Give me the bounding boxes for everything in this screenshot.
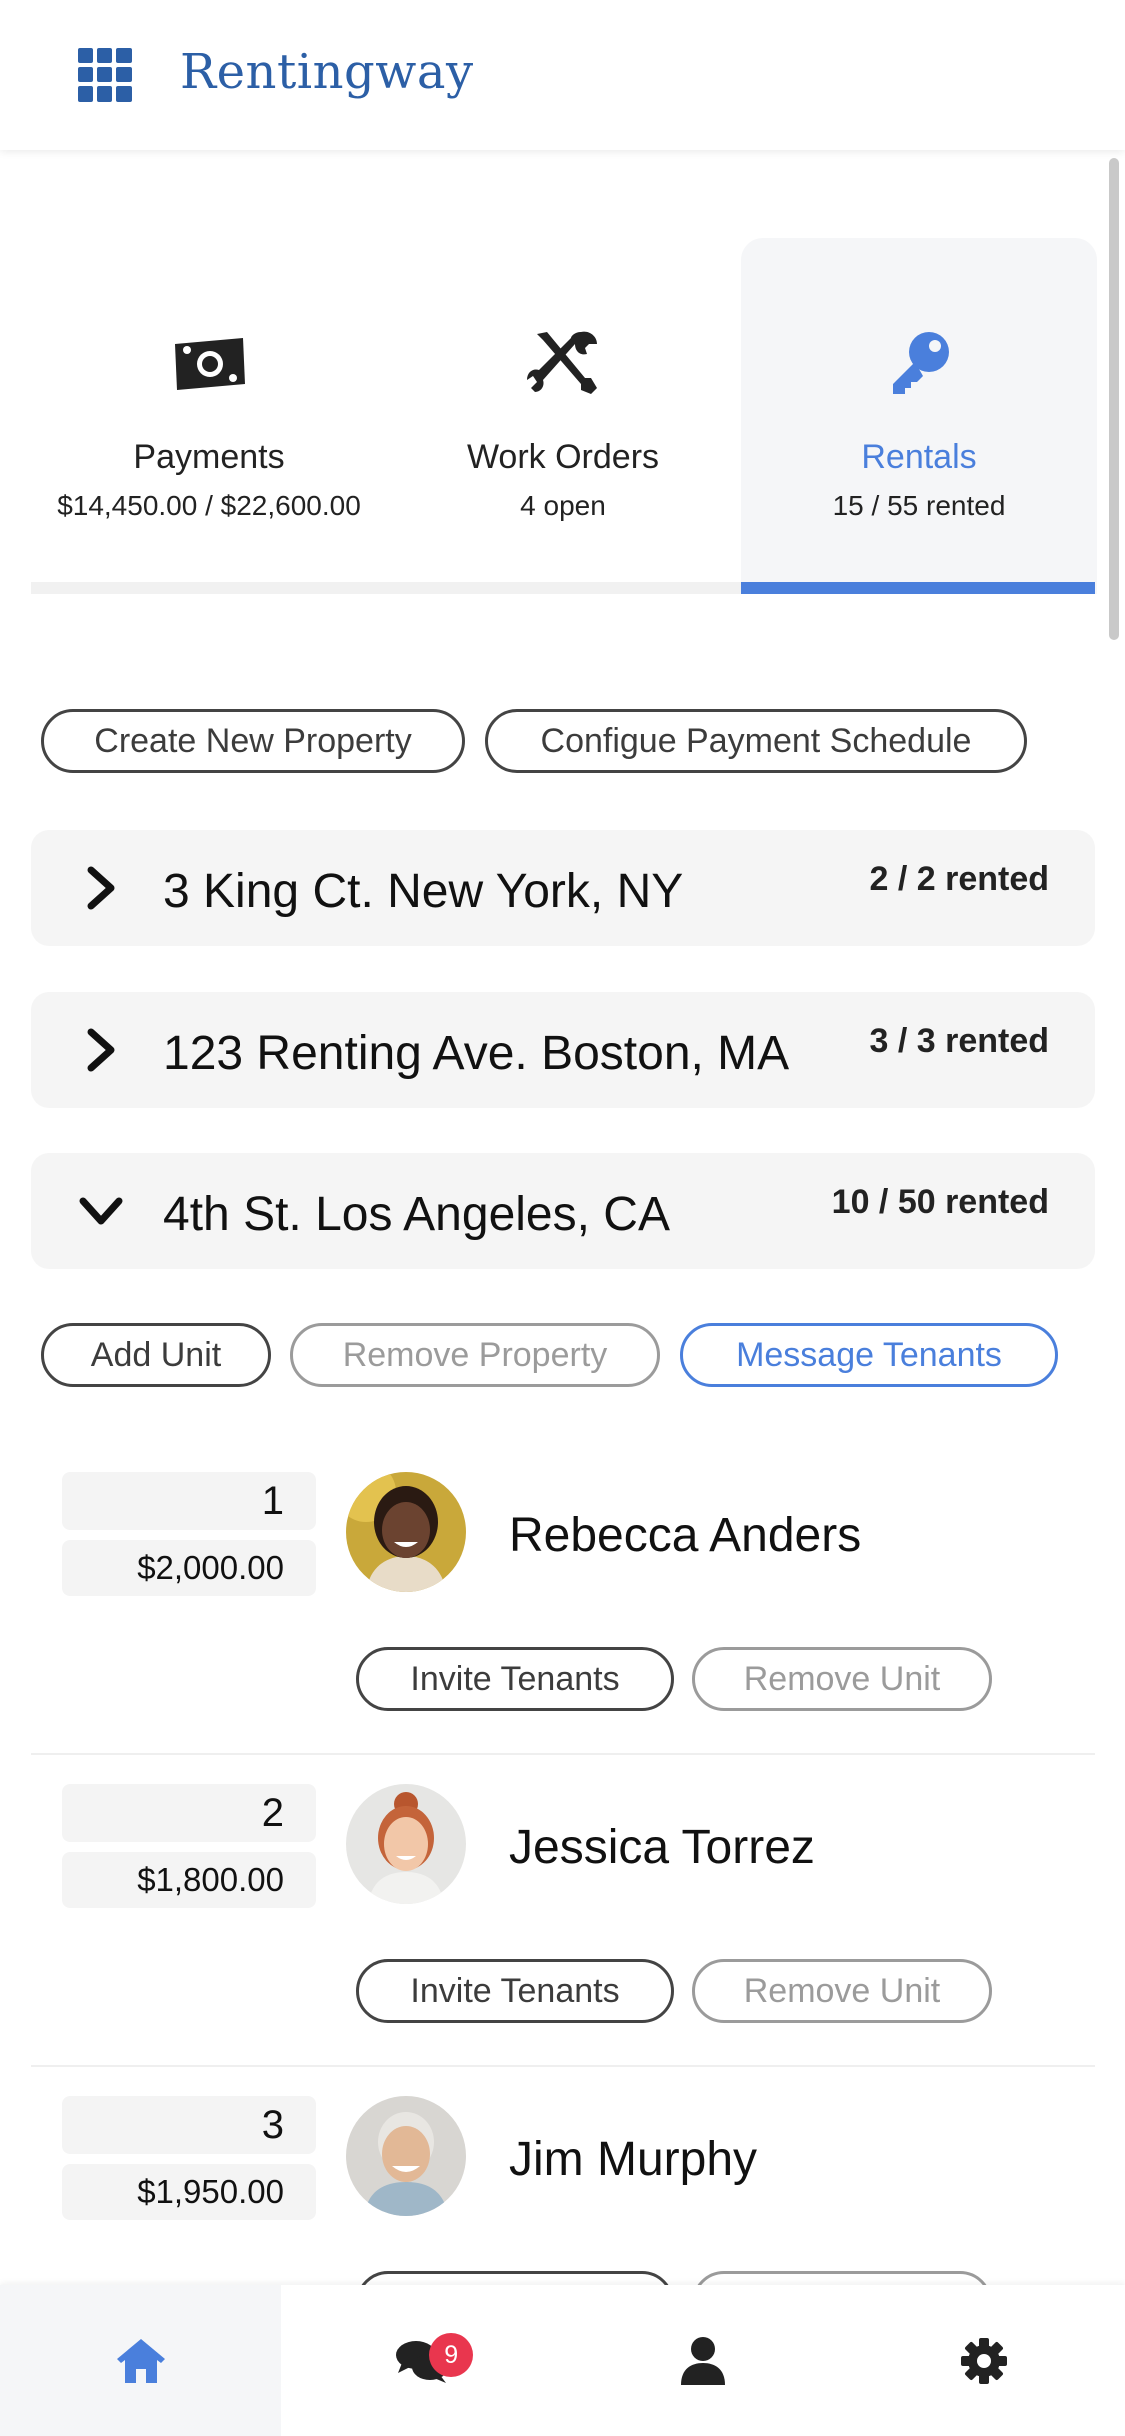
profile-icon [681, 2336, 726, 2385]
unit-rent: $1,800.00 [62, 1852, 316, 1908]
remove-unit-button[interactable]: Remove Unit [692, 1959, 992, 2023]
property-row[interactable]: 3 King Ct. New York, NY 2 / 2 rented [31, 830, 1095, 946]
invite-tenants-button[interactable]: Invite Tenants [356, 1959, 674, 2023]
tab-work-orders[interactable]: Work Orders 4 open [385, 238, 741, 594]
tab-payments[interactable]: Payments $14,450.00 / $22,600.00 [31, 238, 387, 594]
unit-row: 2 $1,800.00 Jessica Torrez Invite Tenant… [31, 1784, 1095, 2096]
remove-property-button[interactable]: Remove Property [290, 1323, 660, 1387]
chevron-down-icon [79, 1197, 123, 1225]
property-rented-count: 3 / 3 rented [869, 1022, 1049, 1060]
chevron-right-icon [87, 866, 115, 910]
bottom-navigation: 9 [0, 2285, 1125, 2436]
unit-number: 3 [62, 2096, 316, 2154]
money-icon [175, 338, 245, 390]
nav-settings[interactable] [844, 2285, 1125, 2436]
property-address: 123 Renting Ave. Boston, MA [163, 1027, 790, 1080]
app-title: Rentingway [180, 44, 474, 100]
divider [31, 1753, 1095, 1755]
scrollbar[interactable] [1109, 158, 1119, 640]
unit-row: 1 $2,000.00 Rebecca Anders Invite Tenant… [31, 1472, 1095, 1784]
key-icon [893, 332, 949, 394]
property-address: 3 King Ct. New York, NY [163, 865, 684, 918]
nav-messages[interactable]: 9 [281, 2285, 562, 2436]
nav-home[interactable] [0, 2285, 282, 2436]
unit-number: 2 [62, 1784, 316, 1842]
tab-value: 15 / 55 rented [832, 490, 1006, 521]
property-row-expanded[interactable]: 4th St. Los Angeles, CA 10 / 50 rented [31, 1153, 1095, 1269]
add-unit-button[interactable]: Add Unit [41, 1323, 271, 1387]
tab-rentals[interactable]: Rentals 15 / 55 rented [741, 238, 1097, 594]
invite-tenants-button[interactable]: Invite Tenants [356, 1647, 674, 1711]
chevron-right-icon [87, 1028, 115, 1072]
divider [31, 2065, 1095, 2067]
tools-icon [527, 331, 597, 394]
tab-label: Work Orders [466, 438, 660, 476]
settings-icon [961, 2337, 1008, 2384]
unit-number: 1 [62, 1472, 316, 1530]
tenant-name: Jim Murphy [509, 2133, 758, 2186]
tenant-name: Jessica Torrez [509, 1821, 815, 1874]
unit-rent: $2,000.00 [62, 1540, 316, 1596]
tab-label: Payments [133, 438, 285, 476]
message-tenants-button[interactable]: Message Tenants [680, 1323, 1058, 1387]
tenant-avatar[interactable] [346, 2096, 466, 2216]
tab-active-indicator [741, 582, 1095, 594]
property-row[interactable]: 123 Renting Ave. Boston, MA 3 / 3 rented [31, 992, 1095, 1108]
create-property-button[interactable]: Create New Property [41, 709, 465, 773]
unit-rent: $1,950.00 [62, 2164, 316, 2220]
tenant-avatar[interactable] [346, 1784, 466, 1904]
tab-value: $14,450.00 / $22,600.00 [57, 490, 361, 521]
unread-badge: 9 [429, 2333, 474, 2377]
property-rented-count: 10 / 50 rented [831, 1183, 1049, 1221]
tenant-avatar[interactable] [346, 1472, 466, 1592]
home-icon [116, 2338, 165, 2383]
tenant-name: Rebecca Anders [509, 1509, 862, 1562]
tab-value: 4 open [520, 490, 606, 521]
tab-label: Rentals [861, 438, 977, 476]
property-address: 4th St. Los Angeles, CA [163, 1188, 670, 1241]
configure-payment-schedule-button[interactable]: Configue Payment Schedule [485, 709, 1027, 773]
property-rented-count: 2 / 2 rented [869, 860, 1049, 898]
nav-profile[interactable] [563, 2285, 844, 2436]
apps-grid-icon[interactable] [78, 48, 132, 102]
remove-unit-button[interactable]: Remove Unit [692, 1647, 992, 1711]
summary-tabs: Payments $14,450.00 / $22,600.00 Work Or… [31, 238, 1097, 594]
app-header: Rentingway [0, 0, 1125, 150]
